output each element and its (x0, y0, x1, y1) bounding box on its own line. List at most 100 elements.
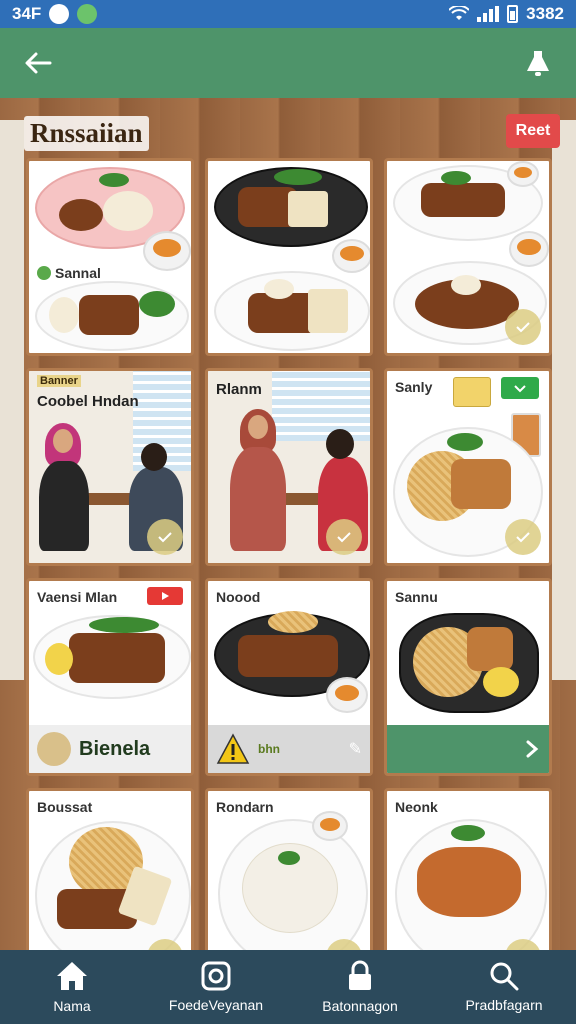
dish-image (79, 295, 139, 335)
dish-image (467, 627, 513, 671)
dish-image (139, 291, 175, 317)
check-badge (505, 309, 541, 345)
search-icon (490, 962, 519, 991)
sauce-bowl (332, 239, 370, 273)
nav-label: Pradbfagarn (465, 997, 543, 1013)
sauce-bowl (509, 231, 549, 267)
dish-strip: Bienela (29, 725, 191, 773)
person-woman (39, 461, 89, 551)
sauce-bowl (312, 811, 348, 841)
dish-card[interactable]: Sannal (26, 158, 194, 356)
signal-icon (477, 6, 500, 22)
dish-image (45, 643, 73, 675)
nav-item-search[interactable]: Pradbfagarn (432, 950, 576, 1024)
dish-card[interactable] (384, 158, 552, 356)
dish-image (89, 617, 159, 633)
reset-button[interactable]: Reet (506, 114, 560, 148)
dish-image (451, 275, 481, 295)
dish-image (278, 851, 300, 865)
restaurant-card[interactable]: Rlanm (205, 368, 373, 566)
banner-tag: Banner (37, 375, 81, 387)
person-head (248, 415, 268, 439)
dish-card[interactable]: Noood bhn ✎ (205, 578, 373, 776)
warning-icon (216, 733, 250, 764)
status-left: 34F (12, 4, 98, 24)
sauce-bowl (143, 231, 191, 271)
check-icon (514, 385, 526, 393)
leaf-icon (37, 266, 51, 280)
dish-image (417, 847, 521, 917)
check-icon (158, 532, 172, 543)
dish-image (238, 635, 338, 677)
notification-button[interactable] (520, 45, 556, 81)
dish-card[interactable]: Sanly (384, 368, 552, 566)
dish-card[interactable]: Vaensi Mlan Bienela (26, 578, 194, 776)
dish-label: Sannal (37, 265, 101, 281)
dish-image (99, 173, 129, 187)
wall-right (552, 120, 576, 680)
nav-label: Nama (53, 998, 91, 1014)
dish-image (274, 169, 322, 185)
dish-card[interactable]: Sannu (384, 578, 552, 776)
dish-label: Sanly (395, 379, 433, 395)
play-icon (162, 592, 169, 600)
person-head (326, 429, 354, 459)
dish-image (59, 199, 103, 231)
check-icon (516, 322, 530, 333)
wall-left (0, 120, 24, 680)
check-badge (147, 519, 183, 555)
person-woman (230, 447, 286, 551)
video-badge[interactable] (147, 587, 183, 605)
favorite-badge[interactable] (501, 377, 539, 399)
back-button[interactable] (20, 45, 56, 81)
lock-icon (349, 960, 371, 990)
person-head (141, 443, 167, 471)
dish-image (49, 297, 79, 333)
dish-image (69, 633, 165, 683)
wifi-icon (449, 6, 470, 20)
window (272, 371, 370, 441)
bottom-navigation: Nama FoedeVeyanan Batonnagon Pradbfagarn (0, 950, 576, 1024)
nav-item-food[interactable]: FoedeVeyanan (144, 950, 288, 1024)
nav-item-home[interactable]: Nama (0, 950, 144, 1024)
dish-image (441, 171, 471, 185)
person-head (53, 429, 73, 453)
app-notification-icon (77, 4, 98, 24)
status-right: 3382 (449, 4, 564, 24)
status-time-left: 34F (12, 4, 42, 23)
dish-label: Vaensi Mlan (37, 589, 118, 605)
check-badge (326, 519, 362, 555)
dish-image (451, 459, 511, 509)
check-icon (516, 532, 530, 543)
dish-image (451, 825, 485, 841)
dish-image (483, 667, 519, 697)
restaurant-title: Rlanm (216, 381, 262, 398)
battery-icon (507, 5, 519, 23)
edit-icon[interactable]: ✎ (349, 739, 362, 759)
dish-image (447, 433, 483, 451)
restaurant-card[interactable]: Banner Coobel Hndan (26, 368, 194, 566)
dish-image (421, 183, 505, 217)
app-bar (0, 28, 576, 98)
dish-strip: bhn ✎ (208, 725, 370, 773)
home-icon (57, 962, 87, 990)
dish-label: Boussat (37, 799, 93, 815)
restaurant-title: Coobel Hndan (37, 393, 139, 410)
page-title: Rnssaiian (24, 116, 149, 151)
dish-image (308, 289, 348, 333)
bread-thumb (37, 732, 71, 766)
dish-label: Neonk (395, 799, 438, 815)
strip-label: bhn (258, 742, 280, 756)
sauce-bowl (326, 677, 368, 713)
status-time-right: 3382 (526, 4, 564, 23)
chevron-right-icon (526, 740, 539, 758)
butter-image (453, 377, 491, 407)
dish-card[interactable] (205, 158, 373, 356)
dish-image (268, 611, 318, 633)
messenger-icon (49, 4, 70, 24)
instagram-icon (201, 961, 231, 991)
status-bar: 34F 3382 (0, 0, 576, 28)
drink-cup (507, 161, 539, 187)
dish-strip[interactable] (387, 725, 549, 773)
nav-item-bookings[interactable]: Batonnagon (288, 950, 432, 1024)
